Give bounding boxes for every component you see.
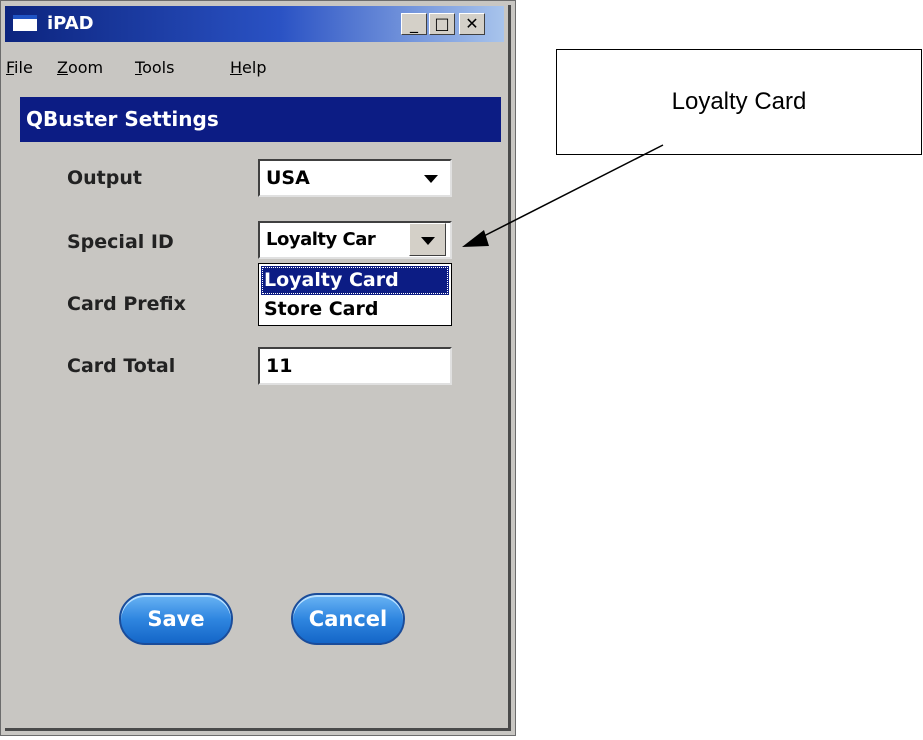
special-id-dropdown-button[interactable]	[409, 223, 446, 256]
ipad-window: iPAD _ □ ✕ File Zoom Tools Help QBuster …	[0, 0, 516, 736]
card-total-value: 11	[266, 355, 293, 377]
card-total-label: Card Total	[67, 355, 176, 377]
output-select[interactable]: USA	[258, 159, 452, 197]
output-label: Output	[67, 167, 142, 189]
close-button[interactable]: ✕	[459, 13, 485, 35]
output-value: USA	[266, 167, 310, 189]
menu-zoom[interactable]: Zoom	[57, 58, 103, 77]
option-store-card[interactable]: Store Card	[261, 295, 449, 324]
chevron-down-icon	[421, 237, 435, 245]
title-bar[interactable]: iPAD _ □ ✕	[5, 6, 504, 42]
callout-box: Loyalty Card	[556, 49, 922, 155]
save-button[interactable]: Save	[119, 593, 233, 645]
menu-help[interactable]: Help	[230, 58, 266, 77]
chevron-down-icon	[424, 175, 438, 183]
special-id-options-list: Loyalty Card Store Card	[258, 263, 452, 326]
app-icon	[13, 15, 37, 31]
card-prefix-label: Card Prefix	[67, 293, 186, 315]
special-id-label: Special ID	[67, 231, 174, 253]
special-id-value: Loyalty Car	[266, 229, 376, 250]
minimize-button[interactable]: _	[401, 13, 427, 35]
callout-text: Loyalty Card	[671, 88, 807, 115]
settings-header: QBuster Settings	[20, 97, 501, 142]
menu-file[interactable]: File	[6, 58, 33, 77]
cancel-button[interactable]: Cancel	[291, 593, 405, 645]
maximize-button[interactable]: □	[429, 13, 455, 35]
option-loyalty-card[interactable]: Loyalty Card	[261, 266, 449, 295]
menu-tools[interactable]: Tools	[135, 58, 174, 77]
card-total-input[interactable]: 11	[258, 347, 452, 385]
window-title: iPAD	[47, 13, 94, 34]
